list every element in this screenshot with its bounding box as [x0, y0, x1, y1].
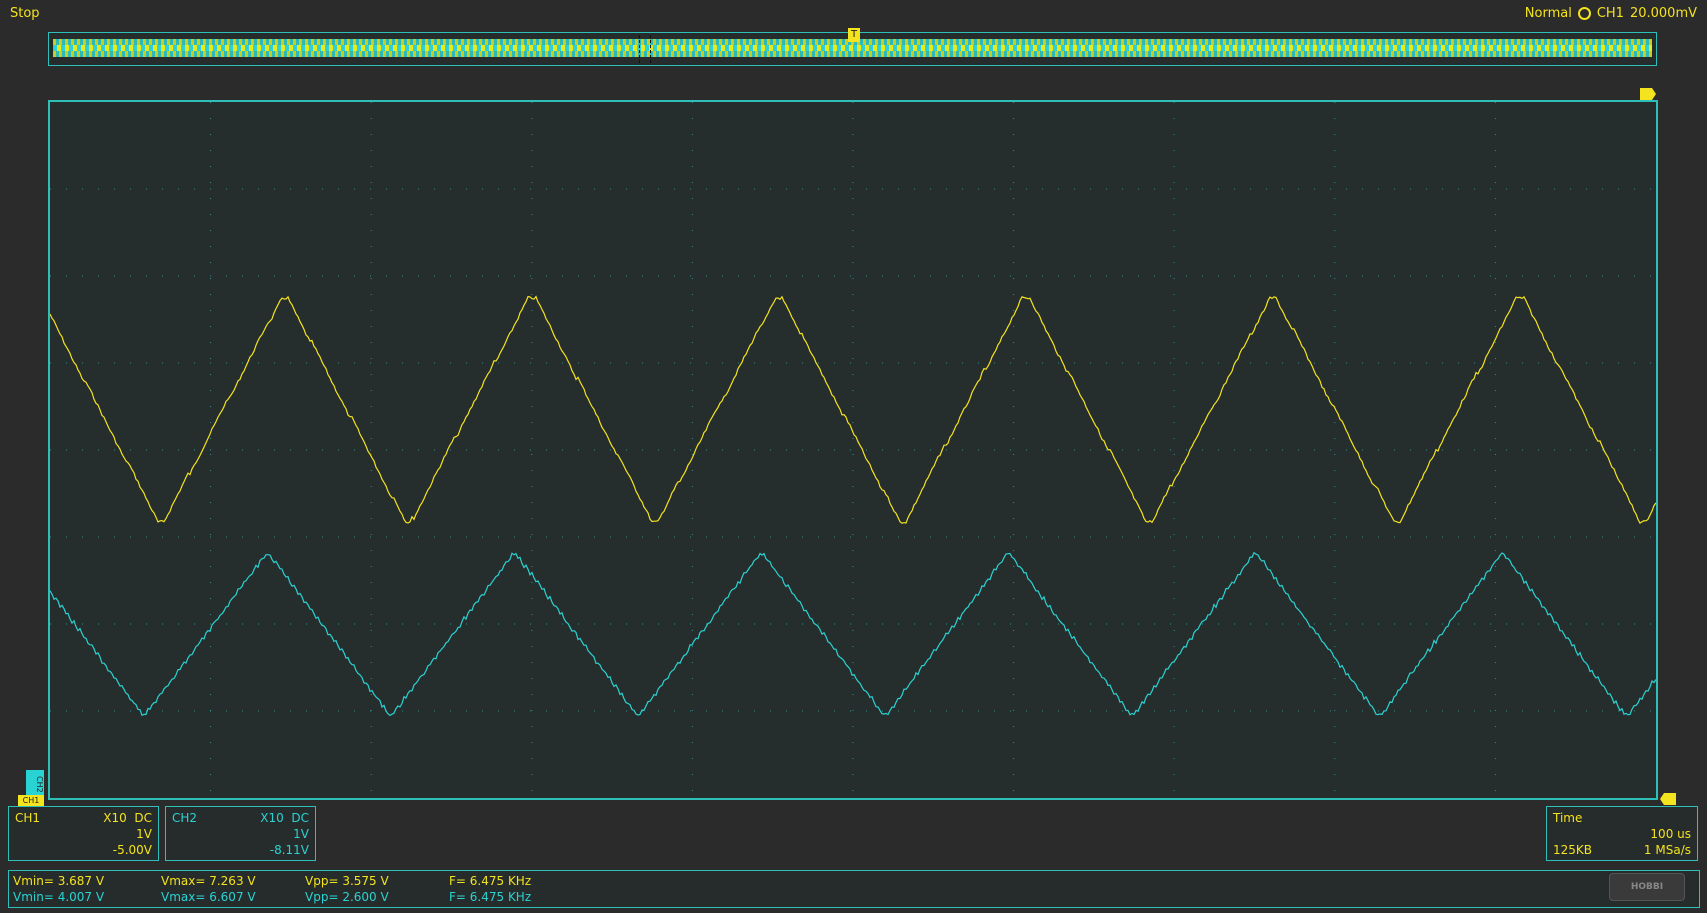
ch1-coupling: DC [134, 811, 152, 825]
ch1-vmin: Vmin= 3.687 V [13, 874, 105, 888]
ch1-name: CH1 [15, 811, 41, 825]
ch2-offset: -8.11V [269, 843, 309, 857]
timebase-label: Time [1553, 811, 1583, 825]
ch2-name: CH2 [172, 811, 198, 825]
waveform-canvas [50, 102, 1656, 798]
horizontal-position-marker-icon[interactable] [1660, 793, 1676, 805]
timebase-info-box[interactable]: Time 100 us 125KB 1 MSa/s [1546, 806, 1698, 861]
ch1-vmax: Vmax= 7.263 V [161, 874, 256, 888]
trigger-mode: Normal [1524, 6, 1572, 21]
ch1-waveform [50, 295, 1656, 524]
ch2-coupling: DC [291, 811, 309, 825]
overview-waveform-band-inner [53, 45, 1652, 51]
ch2-vmax: Vmax= 6.607 V [161, 890, 256, 904]
memory-depth: 125KB [1553, 843, 1593, 857]
run-state: Stop [10, 6, 40, 21]
measurement-panel: Vmin= 3.687 V Vmax= 7.263 V Vpp= 3.575 V… [8, 870, 1700, 908]
trigger-info: Normal CH1 20.000mV [1525, 6, 1697, 21]
ch1-scale: 1V [136, 827, 152, 841]
ch1-vpp: Vpp= 3.575 V [305, 874, 389, 888]
ch1-frequency: F= 6.475 KHz [449, 874, 532, 888]
ch1-offset: -5.00V [112, 843, 152, 857]
ch2-vmin: Vmin= 4.007 V [13, 890, 105, 904]
ch2-probe: X10 [260, 811, 284, 825]
sample-rate: 1 MSa/s [1643, 843, 1691, 857]
ch2-scale: 1V [293, 827, 309, 841]
ch2-measurement-row: Vmin= 4.007 V Vmax= 6.607 V Vpp= 2.600 V… [13, 890, 1695, 906]
brand-logo: HOBBI [1609, 873, 1685, 901]
trigger-edge-icon [1577, 7, 1591, 20]
ch1-info-box[interactable]: CH1 X10 DC 1V -5.00V [8, 806, 159, 861]
ch2-frequency: F= 6.475 KHz [449, 890, 532, 904]
trigger-level-marker-icon[interactable] [1640, 88, 1656, 100]
trigger-level: 20.000mV [1629, 6, 1697, 21]
ch2-vpp: Vpp= 2.600 V [305, 890, 389, 904]
ch2-info-box[interactable]: CH2 X10 DC 1V -8.11V [165, 806, 316, 861]
ch2-waveform [50, 551, 1656, 717]
ch1-probe: X10 [103, 811, 127, 825]
timebase-scale: 100 us [1650, 827, 1691, 841]
overview-window-marker[interactable] [639, 35, 651, 63]
ch2-ground-marker[interactable]: CH2 [26, 770, 44, 798]
ch1-measurement-row: Vmin= 3.687 V Vmax= 7.263 V Vpp= 3.575 V… [13, 874, 1695, 890]
waveform-display[interactable] [48, 100, 1658, 800]
trigger-source: CH1 [1596, 6, 1624, 21]
trigger-position-marker[interactable]: T [848, 28, 860, 42]
